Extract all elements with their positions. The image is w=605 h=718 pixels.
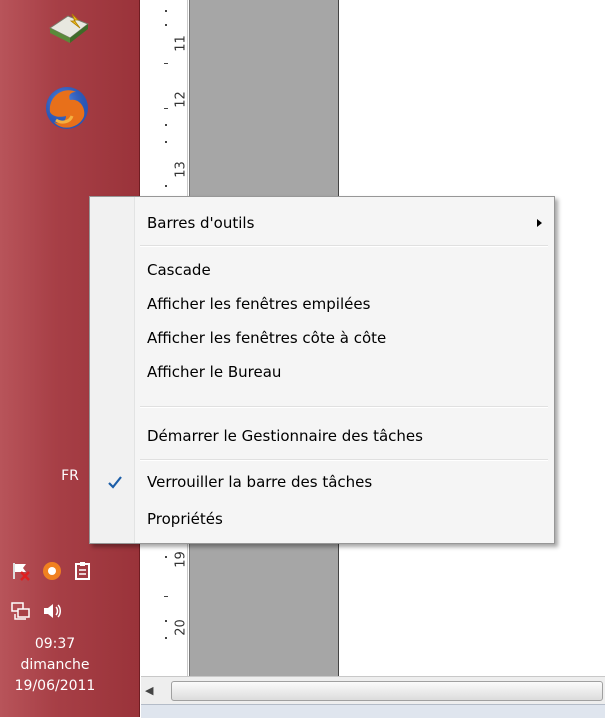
firefox-icon[interactable] [42, 82, 92, 134]
network-icon[interactable] [10, 600, 32, 622]
menu-item-task-manager[interactable]: Démarrer le Gestionnaire des tâches [90, 422, 554, 450]
volume-icon[interactable] [41, 600, 63, 622]
checkmark-icon [106, 473, 124, 491]
menu-item-stacked[interactable]: Afficher les fenêtres empilées [90, 290, 554, 318]
menu-separator [140, 459, 548, 461]
ruler-label: 19 [173, 551, 189, 568]
ruler-label: 12 [173, 91, 189, 108]
status-bar [141, 704, 605, 718]
ruler-label: 20 [173, 619, 189, 636]
menu-item-show-desktop[interactable]: Afficher le Bureau [90, 358, 554, 386]
clock-date: 19/06/2011 [14, 678, 96, 694]
flag-error-icon[interactable] [10, 560, 32, 582]
clock-day: dimanche [20, 657, 90, 673]
menu-item-side-by-side[interactable]: Afficher les fenêtres côte à côte [90, 324, 554, 352]
clock-time: 09:37 [34, 636, 76, 652]
clock[interactable]: 09:37 dimanche 19/06/2011 [0, 634, 110, 697]
taskbar-context-menu: Barres d'outils Cascade Afficher les fen… [89, 196, 555, 544]
menu-item-cascade[interactable]: Cascade [90, 256, 554, 284]
ruler-label: 11 [173, 35, 189, 52]
menu-separator [140, 406, 548, 408]
clipboard-icon[interactable] [72, 560, 94, 582]
scroll-thumb[interactable] [171, 681, 603, 701]
folder-icon[interactable] [44, 10, 92, 46]
ruler-label: 13 [173, 161, 189, 178]
avast-icon[interactable] [41, 560, 63, 582]
horizontal-scrollbar[interactable]: ◀ [141, 676, 605, 705]
menu-separator [140, 245, 548, 247]
menu-item-properties[interactable]: Propriétés [90, 505, 554, 533]
tray-row-1 [10, 560, 94, 582]
menu-item-toolbars[interactable]: Barres d'outils [90, 209, 554, 237]
menu-item-lock-taskbar[interactable]: Verrouiller la barre des tâches [90, 468, 554, 496]
scroll-left-icon[interactable]: ◀ [145, 684, 153, 697]
language-indicator[interactable]: FR [50, 468, 90, 484]
tray-row-2 [10, 600, 63, 622]
submenu-arrow-icon [537, 219, 542, 227]
